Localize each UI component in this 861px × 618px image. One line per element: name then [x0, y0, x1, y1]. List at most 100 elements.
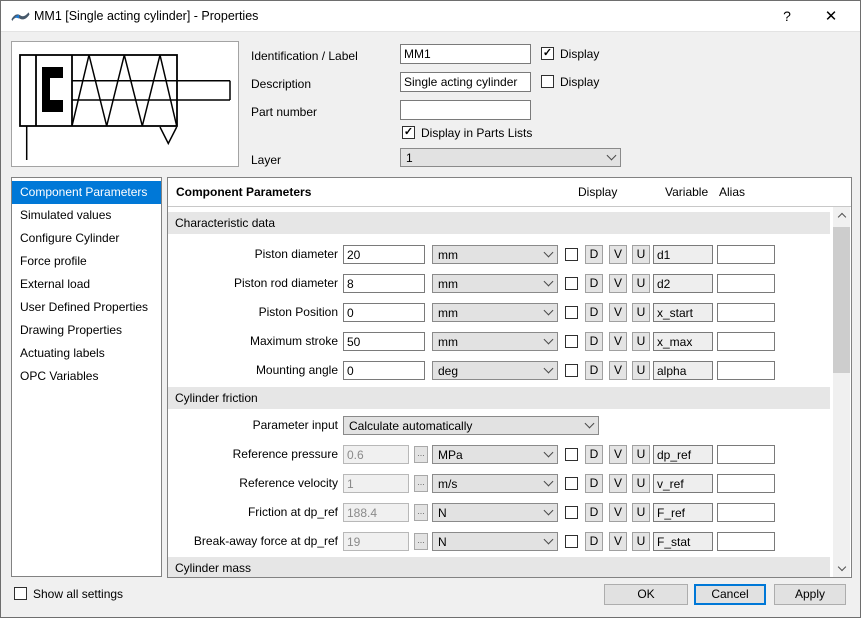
alias-field[interactable] — [717, 303, 775, 322]
v-button[interactable]: V — [609, 274, 627, 293]
v-button[interactable]: V — [609, 303, 627, 322]
display-checkbox[interactable] — [565, 306, 578, 319]
scroll-up-arrow-icon[interactable] — [833, 207, 850, 224]
u-button[interactable]: U — [632, 361, 650, 380]
unit-dropdown[interactable]: N — [432, 503, 558, 522]
v-button[interactable]: V — [609, 532, 627, 551]
variable-field[interactable] — [653, 503, 713, 522]
d-button[interactable]: D — [585, 503, 603, 522]
d-button[interactable]: D — [585, 474, 603, 493]
param-value-input[interactable] — [343, 503, 409, 522]
sidebar-item-component-parameters[interactable]: Component Parameters — [12, 181, 161, 204]
sidebar-item-actuating-labels[interactable]: Actuating labels — [12, 342, 161, 365]
sidebar-item-external-load[interactable]: External load — [12, 273, 161, 296]
alias-field[interactable] — [717, 332, 775, 351]
sidebar-item-configure-cylinder[interactable]: Configure Cylinder — [12, 227, 161, 250]
param-value-input[interactable] — [343, 361, 425, 380]
param-value-input[interactable] — [343, 274, 425, 293]
variable-field[interactable] — [653, 332, 713, 351]
description-input[interactable] — [400, 72, 531, 92]
vertical-scrollbar[interactable] — [833, 207, 850, 577]
alias-field[interactable] — [717, 474, 775, 493]
display-checkbox[interactable] — [565, 364, 578, 377]
param-value-input[interactable] — [343, 303, 425, 322]
cancel-button[interactable]: Cancel — [694, 584, 766, 605]
identification-display-checkbox[interactable]: ✓ — [541, 47, 554, 60]
unit-dropdown[interactable]: mm — [432, 303, 558, 322]
u-button[interactable]: U — [632, 445, 650, 464]
expression-dots-button[interactable]: ... — [414, 533, 428, 550]
alias-field[interactable] — [717, 361, 775, 380]
variable-field[interactable] — [653, 303, 713, 322]
close-button[interactable]: ✕ — [810, 1, 852, 32]
variable-field[interactable] — [653, 274, 713, 293]
v-button[interactable]: V — [609, 245, 627, 264]
parts-list-checkbox[interactable]: ✓ — [402, 126, 415, 139]
u-button[interactable]: U — [632, 245, 650, 264]
unit-dropdown[interactable]: MPa — [432, 445, 558, 464]
param-value-input[interactable] — [343, 332, 425, 351]
u-button[interactable]: U — [632, 503, 650, 522]
u-button[interactable]: U — [632, 332, 650, 351]
v-button[interactable]: V — [609, 474, 627, 493]
variable-field[interactable] — [653, 361, 713, 380]
v-button[interactable]: V — [609, 445, 627, 464]
sidebar-item-drawing-properties[interactable]: Drawing Properties — [12, 319, 161, 342]
d-button[interactable]: D — [585, 532, 603, 551]
variable-field[interactable] — [653, 245, 713, 264]
parameter-input-dropdown[interactable]: Calculate automatically — [343, 416, 599, 435]
alias-field[interactable] — [717, 445, 775, 464]
display-checkbox[interactable] — [565, 477, 578, 490]
d-button[interactable]: D — [585, 303, 603, 322]
part-number-input[interactable] — [400, 100, 531, 120]
apply-button[interactable]: Apply — [774, 584, 846, 605]
alias-field[interactable] — [717, 274, 775, 293]
sidebar-item-force-profile[interactable]: Force profile — [12, 250, 161, 273]
v-button[interactable]: V — [609, 503, 627, 522]
v-button[interactable]: V — [609, 332, 627, 351]
alias-field[interactable] — [717, 532, 775, 551]
alias-field[interactable] — [717, 503, 775, 522]
display-checkbox[interactable] — [565, 535, 578, 548]
u-button[interactable]: U — [632, 474, 650, 493]
v-button[interactable]: V — [609, 361, 627, 380]
d-button[interactable]: D — [585, 274, 603, 293]
display-checkbox[interactable] — [565, 277, 578, 290]
scroll-down-arrow-icon[interactable] — [833, 560, 850, 577]
ok-button[interactable]: OK — [604, 584, 688, 605]
u-button[interactable]: U — [632, 303, 650, 322]
alias-field[interactable] — [717, 245, 775, 264]
d-button[interactable]: D — [585, 332, 603, 351]
variable-field[interactable] — [653, 445, 713, 464]
d-button[interactable]: D — [585, 361, 603, 380]
param-value-input[interactable] — [343, 245, 425, 264]
expression-dots-button[interactable]: ... — [414, 446, 428, 463]
display-checkbox[interactable] — [565, 506, 578, 519]
unit-dropdown[interactable]: N — [432, 532, 558, 551]
unit-dropdown[interactable]: m/s — [432, 474, 558, 493]
layer-dropdown[interactable]: 1 — [400, 148, 621, 167]
expression-dots-button[interactable]: ... — [414, 504, 428, 521]
display-checkbox[interactable] — [565, 335, 578, 348]
u-button[interactable]: U — [632, 532, 650, 551]
unit-dropdown[interactable]: mm — [432, 332, 558, 351]
display-checkbox[interactable] — [565, 448, 578, 461]
sidebar-item-user-defined-properties[interactable]: User Defined Properties — [12, 296, 161, 319]
param-value-input[interactable] — [343, 532, 409, 551]
show-all-settings-checkbox[interactable] — [14, 587, 27, 600]
help-button[interactable]: ? — [766, 1, 808, 32]
unit-dropdown[interactable]: mm — [432, 245, 558, 264]
variable-field[interactable] — [653, 474, 713, 493]
display-checkbox[interactable] — [565, 248, 578, 261]
sidebar-item-opc-variables[interactable]: OPC Variables — [12, 365, 161, 388]
d-button[interactable]: D — [585, 445, 603, 464]
identification-input[interactable] — [400, 44, 531, 64]
unit-dropdown[interactable]: mm — [432, 274, 558, 293]
description-display-checkbox[interactable] — [541, 75, 554, 88]
sidebar-item-simulated-values[interactable]: Simulated values — [12, 204, 161, 227]
scrollbar-thumb[interactable] — [833, 227, 850, 373]
variable-field[interactable] — [653, 532, 713, 551]
param-value-input[interactable] — [343, 445, 409, 464]
param-value-input[interactable] — [343, 474, 409, 493]
u-button[interactable]: U — [632, 274, 650, 293]
